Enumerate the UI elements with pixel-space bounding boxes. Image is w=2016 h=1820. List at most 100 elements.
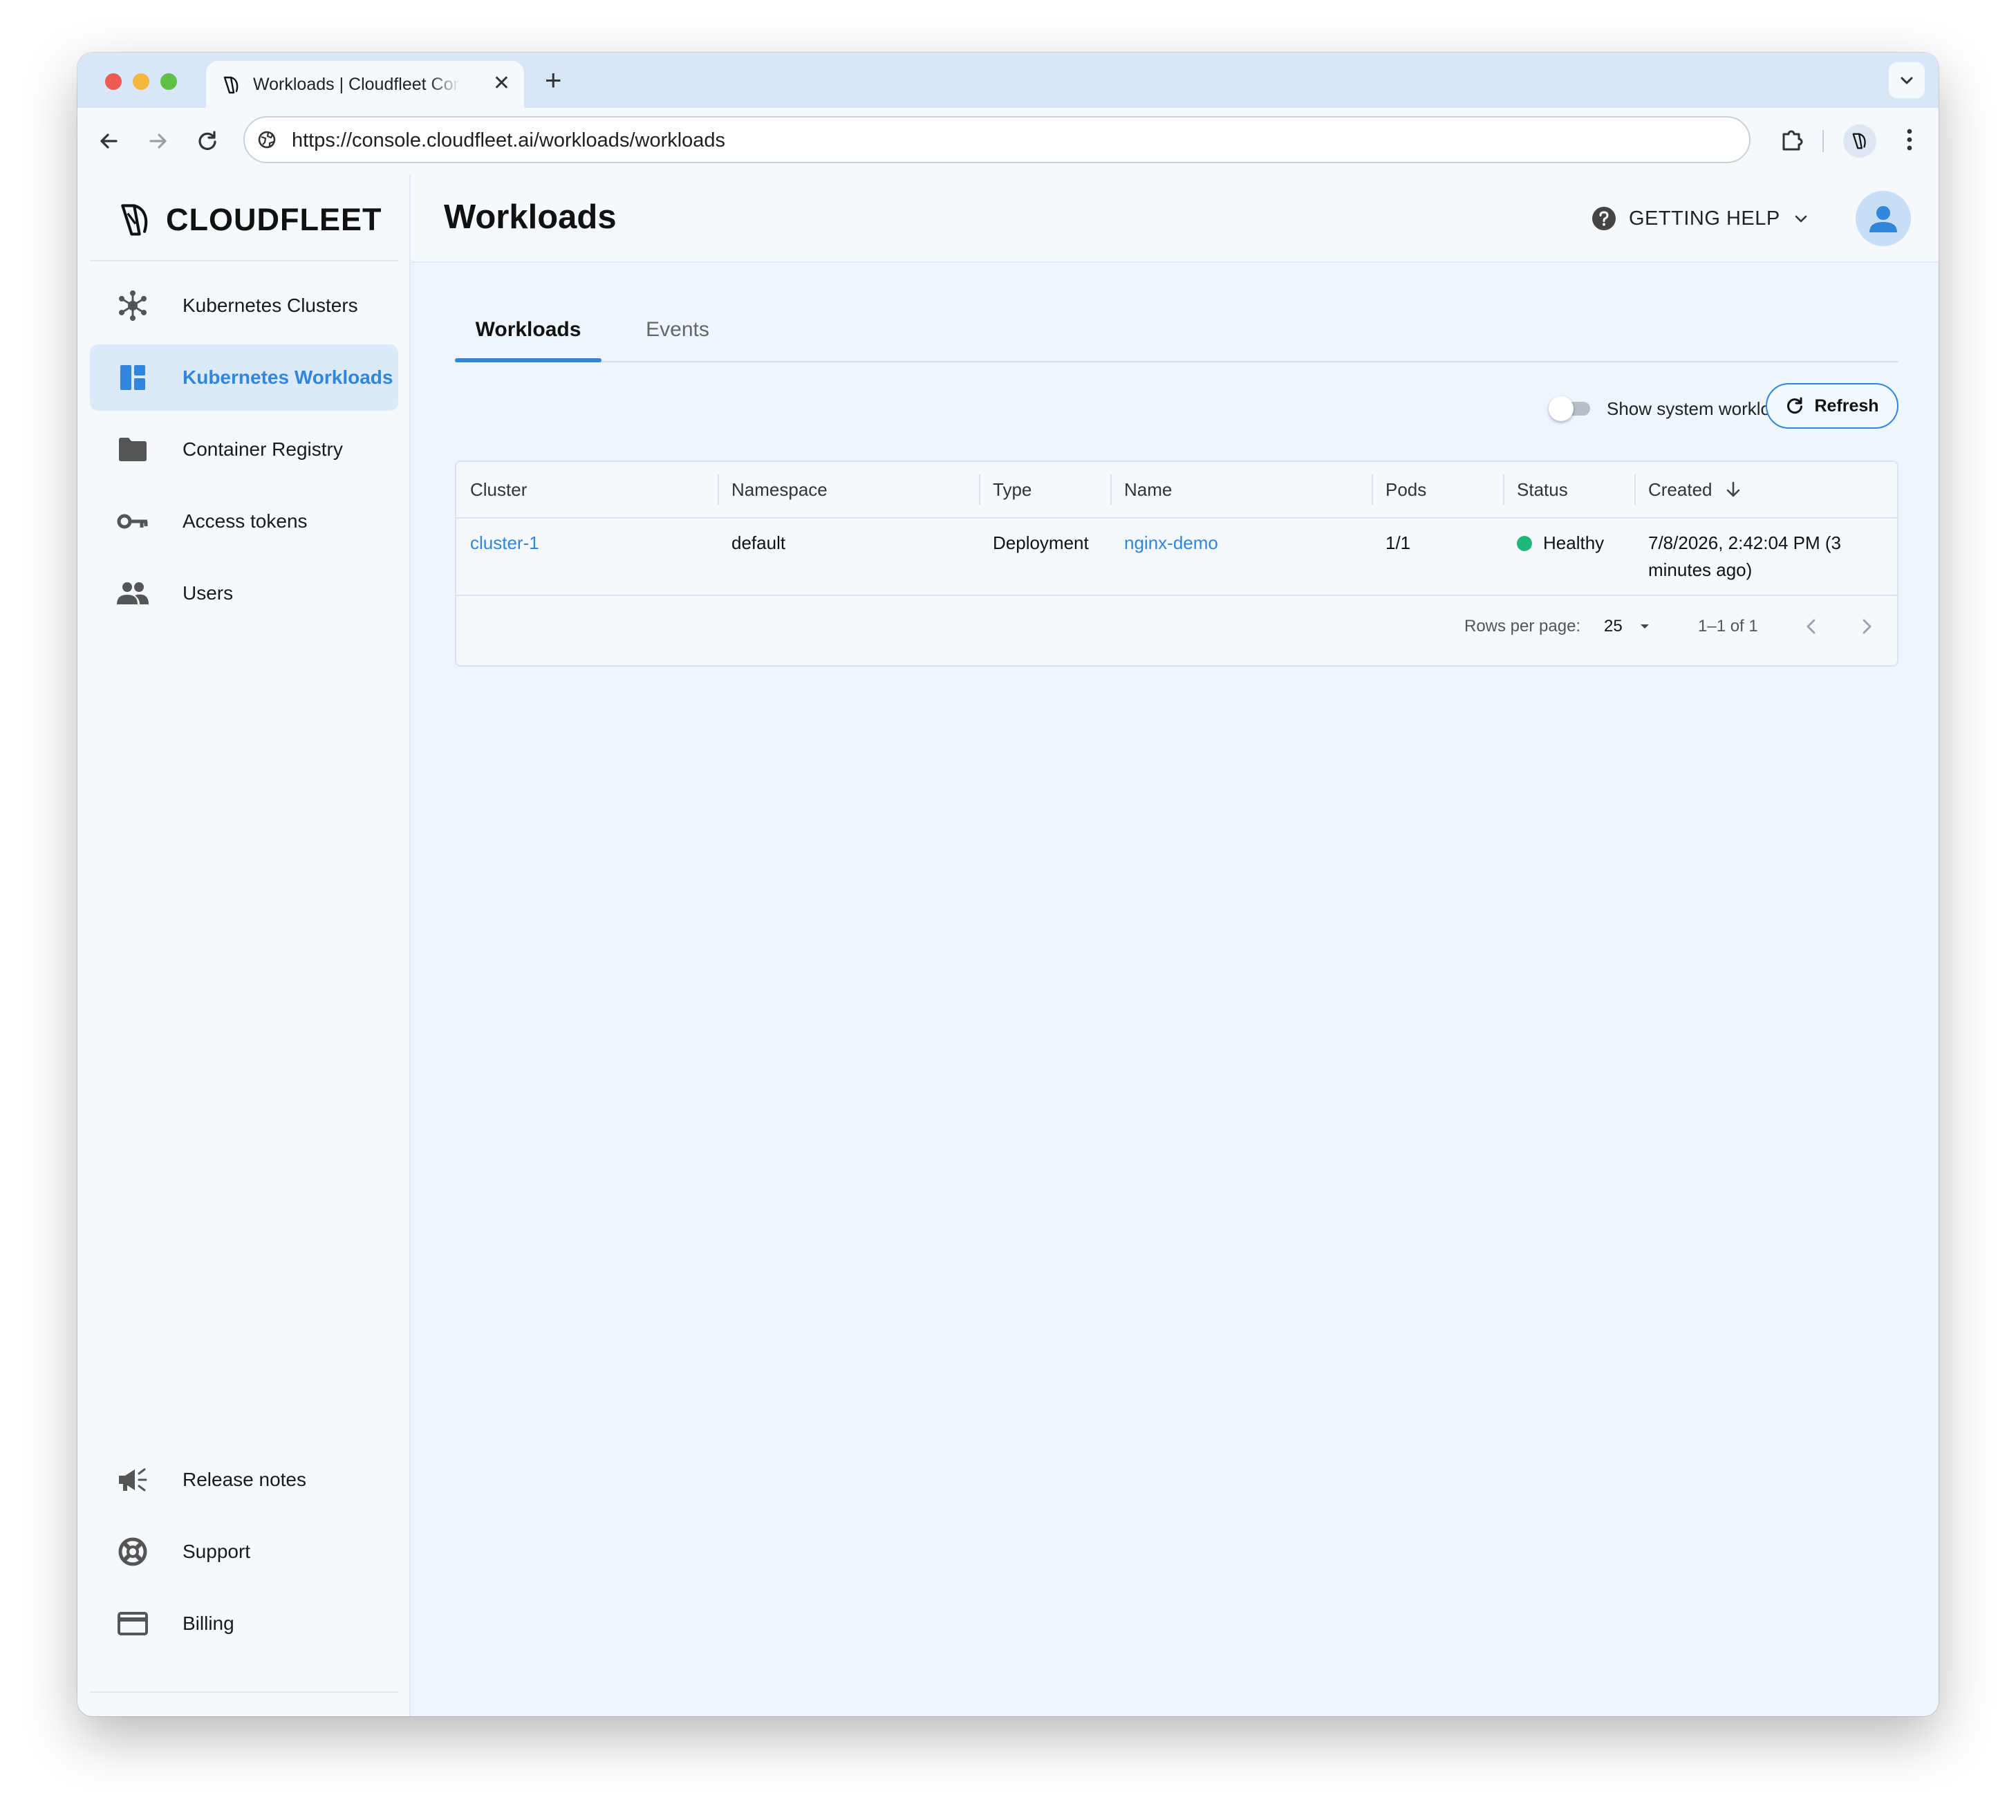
users-icon xyxy=(116,577,149,610)
rows-per-page-label: Rows per page: xyxy=(1464,617,1581,635)
cloudfleet-favicon-icon xyxy=(223,76,239,94)
sidebar-item-billing[interactable]: Billing xyxy=(90,1590,398,1657)
next-page-icon[interactable] xyxy=(1856,615,1878,638)
chevron-down-icon xyxy=(1901,77,1913,84)
sidebar-item-kubernetes-workloads[interactable]: Kubernetes Workloads xyxy=(90,344,398,411)
main-header: Workloads GETTING HELP xyxy=(411,174,1939,263)
sidebar-item-release-notes[interactable]: Release notes xyxy=(90,1447,398,1513)
created-relative: minutes ago) xyxy=(1648,559,1753,580)
site-info-icon[interactable] xyxy=(256,129,278,151)
toggle-switch[interactable] xyxy=(1549,396,1590,421)
forward-arrow-icon[interactable] xyxy=(144,127,171,155)
browser-window: Workloads | Cloudfleet Console ✕ + https xyxy=(77,53,1939,1716)
app: CLOUDFLEET Kubernetes Clusters Kubernete… xyxy=(77,174,1939,1716)
tab-search-button[interactable] xyxy=(1889,62,1925,98)
maximize-window-button[interactable] xyxy=(160,73,177,90)
sidebar-item-label: Container Registry xyxy=(183,438,343,460)
column-header-status[interactable]: Status xyxy=(1517,462,1568,517)
column-separator[interactable] xyxy=(718,474,719,505)
reload-icon[interactable] xyxy=(194,127,221,155)
show-system-workloads-toggle[interactable]: Show system workloads xyxy=(1549,393,1800,425)
column-header-created[interactable]: Created xyxy=(1648,462,1743,517)
table-header-row: Cluster Namespace Type Name Pods Status … xyxy=(456,462,1897,519)
sidebar: CLOUDFLEET Kubernetes Clusters Kubernete… xyxy=(77,174,411,1716)
tab-title: Workloads | Cloudfleet Console xyxy=(253,75,460,94)
pagination-range: 1–1 of 1 xyxy=(1698,617,1758,635)
back-arrow-icon[interactable] xyxy=(95,127,123,155)
column-header-created-label: Created xyxy=(1648,479,1712,500)
created-datetime: 7/8/2026, 2:42:04 PM (3 xyxy=(1648,532,1841,553)
pods-cell: 1/1 xyxy=(1385,532,1411,553)
page-title: Workloads xyxy=(444,198,617,236)
column-header-type[interactable]: Type xyxy=(993,462,1032,517)
close-window-button[interactable] xyxy=(105,73,122,90)
table-row: cluster-1 default Deployment nginx-demo … xyxy=(456,517,1897,596)
sidebar-item-label: Release notes xyxy=(183,1469,307,1490)
refresh-icon xyxy=(1787,397,1803,414)
sort-arrow-down-icon[interactable] xyxy=(1724,480,1743,499)
namespace-cell: default xyxy=(731,532,786,553)
cluster-link[interactable]: cluster-1 xyxy=(470,530,539,557)
sidebar-divider xyxy=(90,260,398,261)
browser-menu-icon[interactable] xyxy=(1897,124,1922,155)
workloads-table: Cluster Namespace Type Name Pods Status … xyxy=(455,461,1898,667)
sidebar-item-label: Access tokens xyxy=(183,510,308,532)
credit-card-icon xyxy=(116,1607,149,1640)
sidebar-item-label: Kubernetes Workloads xyxy=(183,366,393,388)
column-separator[interactable] xyxy=(1503,474,1504,505)
created-cell: 7/8/2026, 2:42:04 PM (3 minutes ago) xyxy=(1648,530,1876,584)
url-text: https://console.cloudfleet.ai/workloads/… xyxy=(292,129,726,151)
refresh-label: Refresh xyxy=(1814,396,1879,416)
browser-tab[interactable]: Workloads | Cloudfleet Console ✕ xyxy=(206,61,524,108)
user-avatar[interactable] xyxy=(1856,191,1911,246)
tab-workloads[interactable]: Workloads xyxy=(455,299,601,361)
sidebar-divider xyxy=(90,1691,398,1693)
refresh-button[interactable]: Refresh xyxy=(1766,383,1898,429)
sidebar-item-access-tokens[interactable]: Access tokens xyxy=(90,488,398,555)
sidebar-item-label: Kubernetes Clusters xyxy=(183,295,358,316)
sidebar-item-container-registry[interactable]: Container Registry xyxy=(90,416,398,483)
extensions-puzzle-icon[interactable] xyxy=(1777,124,1807,155)
status-dot-icon xyxy=(1517,536,1532,551)
folder-icon xyxy=(116,433,149,466)
help-circle-icon xyxy=(1592,207,1616,230)
new-tab-icon[interactable]: + xyxy=(545,65,562,95)
collapse-sidebar-button[interactable] xyxy=(224,1714,263,1716)
column-separator[interactable] xyxy=(1110,474,1112,505)
megaphone-icon xyxy=(116,1463,149,1496)
column-separator[interactable] xyxy=(1634,474,1636,505)
sidebar-item-users[interactable]: Users xyxy=(90,560,398,626)
sidebar-item-support[interactable]: Support xyxy=(90,1519,398,1585)
rows-per-page-select[interactable]: 25 xyxy=(1604,617,1652,636)
tab-events[interactable]: Events xyxy=(601,299,754,361)
sidebar-item-kubernetes-clusters[interactable]: Kubernetes Clusters xyxy=(90,272,398,339)
status-cell: Healthy xyxy=(1517,530,1604,557)
column-header-pods[interactable]: Pods xyxy=(1385,462,1426,517)
column-header-cluster[interactable]: Cluster xyxy=(470,462,527,517)
column-separator[interactable] xyxy=(979,474,980,505)
caret-down-icon xyxy=(1640,624,1649,629)
rows-per-page-value: 25 xyxy=(1604,617,1623,635)
close-tab-icon[interactable]: ✕ xyxy=(493,72,510,95)
user-icon xyxy=(1869,206,1897,232)
getting-help-label: GETTING HELP xyxy=(1629,207,1780,230)
dashboard-icon xyxy=(116,361,149,394)
tab-bar: Workloads Events xyxy=(455,299,1898,362)
minimize-window-button[interactable] xyxy=(133,73,149,90)
tab-strip: Workloads | Cloudfleet Console ✕ + xyxy=(77,53,1939,108)
column-header-name[interactable]: Name xyxy=(1124,462,1172,517)
column-header-namespace[interactable]: Namespace xyxy=(731,462,828,517)
address-bar[interactable]: https://console.cloudfleet.ai/workloads/… xyxy=(243,116,1751,163)
cloudfleet-extension-button[interactable] xyxy=(1843,124,1876,158)
sidebar-item-label: Users xyxy=(183,582,234,604)
column-separator[interactable] xyxy=(1372,474,1373,505)
previous-page-icon[interactable] xyxy=(1800,615,1822,638)
toggle-thumb xyxy=(1549,396,1574,421)
workload-name-link[interactable]: nginx-demo xyxy=(1124,530,1218,557)
cluster-icon xyxy=(116,289,149,322)
lifebuoy-icon xyxy=(116,1535,149,1568)
logo[interactable]: CLOUDFLEET xyxy=(116,199,382,241)
key-icon xyxy=(116,505,149,538)
browser-toolbar: https://console.cloudfleet.ai/workloads/… xyxy=(77,108,1939,175)
getting-help-menu[interactable]: GETTING HELP xyxy=(1592,203,1809,234)
